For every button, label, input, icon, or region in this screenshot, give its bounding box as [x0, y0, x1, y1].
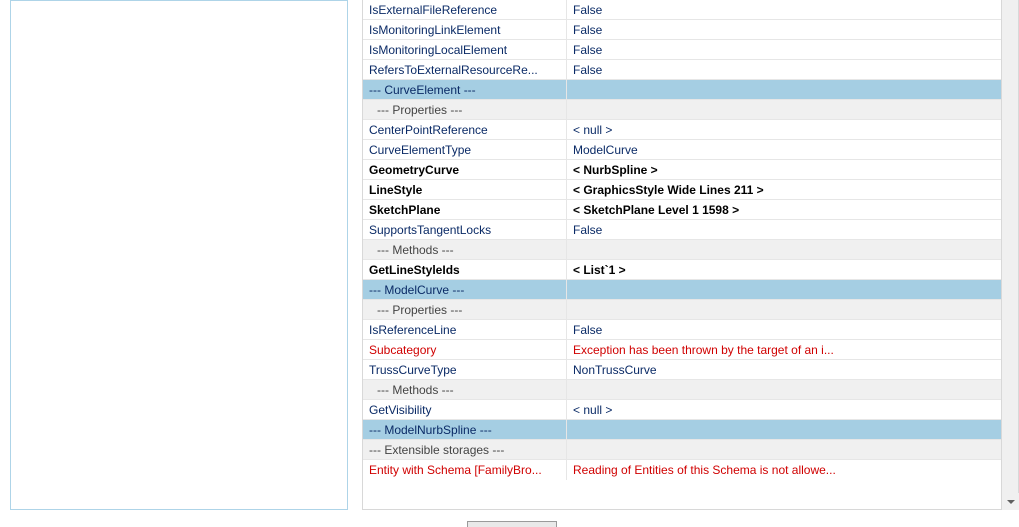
property-row[interactable]: CurveElementTypeModelCurve — [363, 140, 1001, 160]
property-row[interactable]: --- ModelCurve --- — [363, 280, 1001, 300]
property-value — [567, 380, 1001, 399]
property-name: --- Methods --- — [363, 240, 567, 259]
property-value — [567, 280, 1001, 299]
property-row[interactable]: GetVisibility< null > — [363, 400, 1001, 420]
property-row[interactable]: --- ModelNurbSpline --- — [363, 420, 1001, 440]
property-value: Exception has been thrown by the target … — [567, 340, 1001, 359]
property-row[interactable]: CenterPointReference< null > — [363, 120, 1001, 140]
property-name: SupportsTangentLocks — [363, 220, 567, 239]
property-row[interactable]: IsMonitoringLocalElementFalse — [363, 40, 1001, 60]
tree-panel — [10, 0, 348, 510]
property-row[interactable]: IsMonitoringLinkElementFalse — [363, 20, 1001, 40]
property-name: RefersToExternalResourceRe... — [363, 60, 567, 79]
property-value: False — [567, 0, 1001, 19]
property-name: TrussCurveType — [363, 360, 567, 379]
property-row[interactable]: --- Methods --- — [363, 240, 1001, 260]
property-name: --- Properties --- — [363, 300, 567, 319]
property-row[interactable]: RefersToExternalResourceRe...False — [363, 60, 1001, 80]
property-name: GeometryCurve — [363, 160, 567, 179]
property-name: GetVisibility — [363, 400, 567, 419]
property-value: ModelCurve — [567, 140, 1001, 159]
property-name: IsExternalFileReference — [363, 0, 567, 19]
property-row[interactable]: --- Extensible storages --- — [363, 440, 1001, 460]
property-value — [567, 80, 1001, 99]
property-value: False — [567, 220, 1001, 239]
property-name: --- CurveElement --- — [363, 80, 567, 99]
scrollbar-down-button[interactable] — [1002, 493, 1019, 510]
property-name: --- Extensible storages --- — [363, 440, 567, 459]
property-row[interactable]: TrussCurveTypeNonTrussCurve — [363, 360, 1001, 380]
property-name: Entity with Schema [FamilyBro... — [363, 460, 567, 480]
property-value: False — [567, 40, 1001, 59]
property-row[interactable]: GeometryCurve< NurbSpline > — [363, 160, 1001, 180]
property-value — [567, 300, 1001, 319]
property-name: --- Properties --- — [363, 100, 567, 119]
property-row[interactable]: --- CurveElement --- — [363, 80, 1001, 100]
property-list: IsExternalFileReferenceFalseIsMonitoring… — [362, 0, 1002, 510]
property-name: CurveElementType — [363, 140, 567, 159]
property-value: < NurbSpline > — [567, 160, 1001, 179]
property-value: NonTrussCurve — [567, 360, 1001, 379]
property-value: False — [567, 60, 1001, 79]
property-value: < GraphicsStyle Wide Lines 211 > — [567, 180, 1001, 199]
property-wrapper: IsExternalFileReferenceFalseIsMonitoring… — [362, 0, 1011, 510]
property-value: < SketchPlane Level 1 1598 > — [567, 200, 1001, 219]
property-row[interactable]: SketchPlane< SketchPlane Level 1 1598 > — [363, 200, 1001, 220]
scrollbar-vertical[interactable] — [1002, 0, 1019, 510]
property-row[interactable]: Entity with Schema [FamilyBro...Reading … — [363, 460, 1001, 480]
property-value — [567, 240, 1001, 259]
property-value: < null > — [567, 400, 1001, 419]
property-name: IsMonitoringLocalElement — [363, 40, 567, 59]
property-value — [567, 440, 1001, 459]
property-name: GetLineStyleIds — [363, 260, 567, 279]
ok-button[interactable]: OK — [467, 521, 557, 527]
property-name: IsMonitoringLinkElement — [363, 20, 567, 39]
property-row[interactable]: GetLineStyleIds< List`1 > — [363, 260, 1001, 280]
property-name: SketchPlane — [363, 200, 567, 219]
property-row[interactable]: --- Properties --- — [363, 100, 1001, 120]
property-row[interactable]: IsExternalFileReferenceFalse — [363, 0, 1001, 20]
property-row[interactable]: IsReferenceLineFalse — [363, 320, 1001, 340]
property-row[interactable]: SupportsTangentLocksFalse — [363, 220, 1001, 240]
property-value — [567, 100, 1001, 119]
property-value: Reading of Entities of this Schema is no… — [567, 460, 1001, 480]
property-row[interactable]: LineStyle< GraphicsStyle Wide Lines 211 … — [363, 180, 1001, 200]
property-name: CenterPointReference — [363, 120, 567, 139]
property-row[interactable]: --- Methods --- — [363, 380, 1001, 400]
property-name: --- ModelCurve --- — [363, 280, 567, 299]
property-value: < List`1 > — [567, 260, 1001, 279]
property-value — [567, 420, 1001, 439]
property-name: --- Methods --- — [363, 380, 567, 399]
property-value: False — [567, 320, 1001, 339]
property-row[interactable]: --- Properties --- — [363, 300, 1001, 320]
property-name: Subcategory — [363, 340, 567, 359]
property-name: LineStyle — [363, 180, 567, 199]
property-value: False — [567, 20, 1001, 39]
chevron-down-icon — [1007, 500, 1015, 504]
property-value: < null > — [567, 120, 1001, 139]
property-name: IsReferenceLine — [363, 320, 567, 339]
property-row[interactable]: SubcategoryException has been thrown by … — [363, 340, 1001, 360]
property-name: --- ModelNurbSpline --- — [363, 420, 567, 439]
